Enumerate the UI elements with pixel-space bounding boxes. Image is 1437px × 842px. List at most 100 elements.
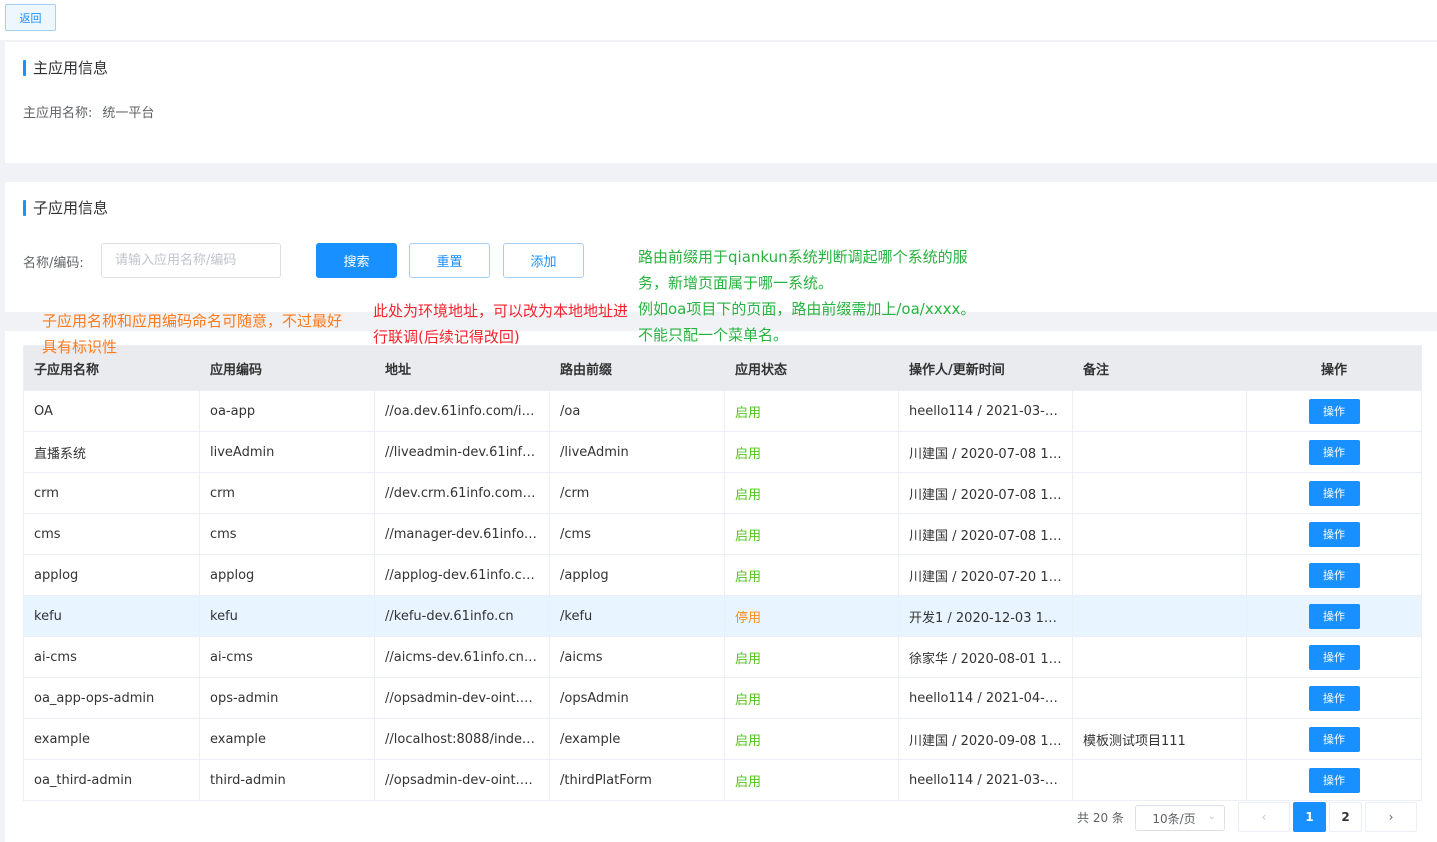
table-row: OA oa-app //oa.dev.61info.com/index.html/o… bbox=[24, 391, 1421, 432]
chevron-down-icon: ⌄ bbox=[1207, 811, 1216, 822]
row-status-cell: 启用 bbox=[725, 760, 899, 800]
row-address-cell: //dev.crm.61info.com/index.html bbox=[375, 473, 550, 513]
main-app-name-value: 统一平台 bbox=[102, 106, 155, 121]
prev-page-button[interactable]: ‹ bbox=[1238, 802, 1290, 832]
row-code-cell-text: kefu bbox=[210, 608, 238, 624]
row-operator-cell: heello114 / 2021-03-29 11:20:11 bbox=[899, 760, 1073, 800]
row-address-cell: //kefu-dev.61info.cn bbox=[375, 596, 550, 636]
row-operator-cell-text: 川建国 / 2020-07-08 14:20:11 bbox=[909, 528, 1062, 544]
row-name-cell: ai-cms bbox=[24, 637, 200, 677]
row-operator-cell-text: 川建国 / 2020-07-08 14:20:11 bbox=[909, 487, 1062, 503]
main-app-name-row: 主应用名称: 统一平台 bbox=[23, 102, 154, 121]
row-prefix-cell-text: /aicms bbox=[560, 649, 603, 665]
page-button-2[interactable]: 2 bbox=[1329, 802, 1362, 832]
row-action-button[interactable]: 操作 bbox=[1308, 521, 1360, 547]
search-button[interactable]: 搜索 bbox=[316, 243, 397, 278]
row-remark-cell bbox=[1073, 432, 1247, 472]
sub-app-table: 子应用名称 应用编码 地址 路由前缀 应用状态 操作人/更新时间 备注 操作 O… bbox=[23, 345, 1422, 801]
row-address-cell: //manager-dev.61info.cn/index.html bbox=[375, 514, 550, 554]
row-prefix-cell: /liveAdmin bbox=[550, 432, 725, 472]
row-operator-cell: heello114 / 2021-03-18 17:20:11 bbox=[899, 391, 1073, 431]
row-prefix-cell-text: /liveAdmin bbox=[560, 444, 629, 460]
row-code-cell: example bbox=[200, 719, 375, 759]
row-address-cell: //liveadmin-dev.61info.cn/index.html bbox=[375, 432, 550, 472]
row-remark-cell bbox=[1073, 678, 1247, 718]
row-address-cell-text: //opsadmin-dev-oint.61info.cn/index.html bbox=[385, 690, 539, 706]
row-code-cell: kefu bbox=[200, 596, 375, 636]
page-button-1[interactable]: 1 bbox=[1293, 802, 1326, 832]
row-status-cell-text: 启用 bbox=[735, 528, 762, 544]
row-status-cell: 启用 bbox=[725, 391, 899, 431]
row-action-button[interactable]: 操作 bbox=[1308, 726, 1360, 752]
add-button[interactable]: 添加 bbox=[503, 243, 584, 278]
row-name-cell-text: applog bbox=[34, 567, 79, 583]
row-name-cell-text: oa_app-ops-admin bbox=[34, 690, 155, 706]
row-prefix-cell: /oa bbox=[550, 391, 725, 431]
row-operator-cell-text: heello114 / 2021-03-18 17:20:11 bbox=[909, 403, 1062, 419]
row-action-button[interactable]: 操作 bbox=[1308, 398, 1360, 424]
table-body: OA oa-app //oa.dev.61info.com/index.html/o… bbox=[24, 391, 1421, 801]
row-status-cell: 启用 bbox=[725, 555, 899, 595]
row-code-cell-text: example bbox=[210, 731, 266, 747]
row-address-cell-text: //opsadmin-dev-oint.61info.cn/index.html bbox=[385, 772, 539, 788]
table-row: crm crm //dev.crm.61info.com/index.html/cr… bbox=[24, 473, 1421, 514]
row-operator-cell: 川建国 / 2020-09-08 19:40:11 bbox=[899, 719, 1073, 759]
reset-button[interactable]: 重置 bbox=[409, 243, 490, 278]
row-name-cell-text: kefu bbox=[34, 608, 62, 624]
row-operator-cell: heello114 / 2021-04-07 11:20:11 bbox=[899, 678, 1073, 718]
annotation-green-line3: 不能只配一个菜单名。 bbox=[638, 326, 789, 344]
row-name-cell: kefu bbox=[24, 596, 200, 636]
row-name-cell-text: ai-cms bbox=[34, 649, 77, 665]
row-status-cell: 启用 bbox=[725, 637, 899, 677]
row-name-cell: oa_app-ops-admin bbox=[24, 678, 200, 718]
row-action-cell: 操作 bbox=[1247, 760, 1421, 800]
row-prefix-cell-text: /applog bbox=[560, 567, 609, 583]
column-header: 地址 bbox=[385, 362, 412, 378]
annotation-red: 此处为环境地址，可以改为本地地址进行联调(后续记得改回) bbox=[373, 302, 629, 346]
row-action-button[interactable]: 操作 bbox=[1308, 767, 1360, 793]
row-address-cell: //localhost:8088/index.html bbox=[375, 719, 550, 759]
main-app-title: 主应用信息 bbox=[23, 60, 108, 76]
row-code-cell-text: ops-admin bbox=[210, 690, 279, 706]
column-header: 操作人/更新时间 bbox=[909, 362, 1005, 378]
row-operator-cell: 川建国 / 2020-07-08 14:20:11 bbox=[899, 473, 1073, 513]
row-status-cell-text: 停用 bbox=[735, 610, 762, 626]
filter-label: 名称/编码: bbox=[23, 256, 84, 271]
row-prefix-cell: /opsAdmin bbox=[550, 678, 725, 718]
column-header: 路由前缀 bbox=[560, 362, 613, 378]
row-status-cell: 启用 bbox=[725, 473, 899, 513]
column-header: 应用状态 bbox=[735, 362, 788, 378]
row-action-cell: 操作 bbox=[1247, 473, 1421, 513]
back-button[interactable]: 返回 bbox=[5, 4, 56, 31]
row-action-button[interactable]: 操作 bbox=[1308, 439, 1360, 465]
row-name-cell: oa_third-admin bbox=[24, 760, 200, 800]
main-app-card: 主应用信息 主应用名称: 统一平台 bbox=[5, 42, 1437, 163]
row-action-button[interactable]: 操作 bbox=[1308, 603, 1360, 629]
row-action-button[interactable]: 操作 bbox=[1308, 562, 1360, 588]
row-code-cell: third-admin bbox=[200, 760, 375, 800]
row-prefix-cell-text: /thirdPlatForm bbox=[560, 772, 652, 788]
row-status-cell-text: 启用 bbox=[735, 405, 762, 421]
search-input[interactable] bbox=[101, 243, 281, 278]
row-action-button[interactable]: 操作 bbox=[1308, 685, 1360, 711]
row-address-cell-text: //localhost:8088/index.html bbox=[385, 731, 539, 747]
row-operator-cell-text: 川建国 / 2020-09-08 19:40:11 bbox=[909, 733, 1062, 749]
row-code-cell-text: crm bbox=[210, 485, 235, 501]
row-operator-cell: 川建国 / 2020-07-08 14:20:11 bbox=[899, 432, 1073, 472]
row-address-cell-text: //liveadmin-dev.61info.cn/index.html bbox=[385, 444, 539, 460]
row-action-button[interactable]: 操作 bbox=[1308, 644, 1360, 670]
row-prefix-cell-text: /crm bbox=[560, 485, 590, 501]
row-status-cell: 启用 bbox=[725, 432, 899, 472]
row-operator-cell-text: heello114 / 2021-03-29 11:20:11 bbox=[909, 772, 1062, 788]
row-remark-cell bbox=[1073, 514, 1247, 554]
row-action-button[interactable]: 操作 bbox=[1308, 480, 1360, 506]
row-prefix-cell: /kefu bbox=[550, 596, 725, 636]
table-row: applog applog //applog-dev.61info.cn/index… bbox=[24, 555, 1421, 596]
page-size-select[interactable]: 10条/页 ⌄ bbox=[1135, 805, 1225, 831]
column-header: 备注 bbox=[1083, 362, 1110, 378]
row-prefix-cell: /example bbox=[550, 719, 725, 759]
next-page-button[interactable]: › bbox=[1365, 802, 1417, 832]
row-name-cell: OA bbox=[24, 391, 200, 431]
row-prefix-cell: /applog bbox=[550, 555, 725, 595]
row-address-cell-text: //applog-dev.61info.cn/index.html bbox=[385, 567, 539, 583]
